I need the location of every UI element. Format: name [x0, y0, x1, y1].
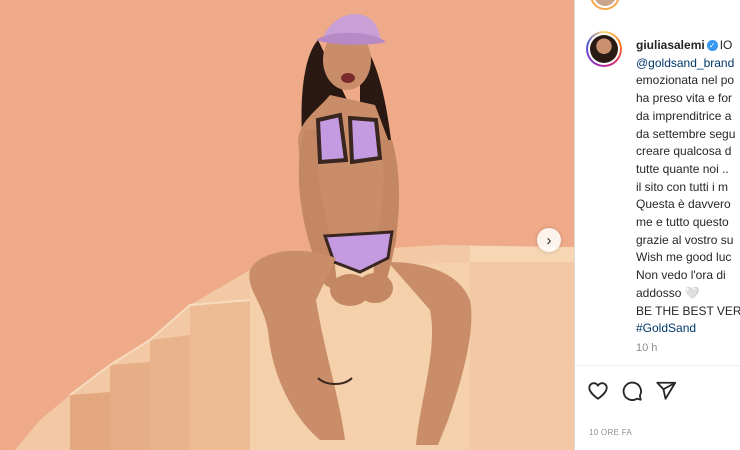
- caption-line: BE THE BEST VERS: [636, 303, 740, 318]
- hashtag-link[interactable]: #GoldSand: [636, 320, 740, 338]
- post-sidebar: giuliasalemi ✓ IO @goldsand_brand emoziona…: [575, 0, 740, 450]
- heart-icon[interactable]: [587, 380, 609, 402]
- caption-line: ha preso vita e for: [636, 91, 733, 106]
- caption-line: emozionata nel po: [636, 73, 735, 88]
- chevron-right-icon: ›: [546, 231, 552, 249]
- caption-line: grazie al vostro su: [636, 232, 734, 247]
- avatar-image: [590, 35, 618, 63]
- avatar[interactable]: [586, 31, 622, 67]
- caption-line: tutte quante noi ..: [636, 161, 729, 176]
- caption-line: Questa è davvero: [636, 197, 731, 212]
- caption-line: da imprenditrice a: [636, 108, 732, 123]
- caption-timestamp[interactable]: 10 h: [636, 342, 657, 354]
- caption-line: Wish me good luc: [636, 250, 732, 265]
- next-photo-button[interactable]: ›: [537, 228, 561, 252]
- caption-line: Non vedo l'ora di: [636, 268, 726, 283]
- mention-link[interactable]: @goldsand_brand: [636, 55, 740, 73]
- caption-line: addosso 🤍: [636, 285, 700, 300]
- caption-first-line: giuliasalemi ✓ IO: [636, 37, 740, 55]
- caption-line: IO: [719, 38, 733, 52]
- caption-line: il sito con tutti i m: [636, 179, 729, 194]
- share-icon[interactable]: [655, 380, 677, 402]
- photo-illustration: [0, 0, 574, 450]
- caption-line: creare qualcosa d: [636, 144, 732, 159]
- comment-icon[interactable]: [621, 380, 643, 402]
- instagram-post: › giuliasalemi ✓ IO @goldsand_brand emozio…: [0, 0, 740, 450]
- verified-badge-icon: ✓: [706, 40, 718, 51]
- caption: giuliasalemi ✓ IO @goldsand_brand emoziona…: [636, 37, 740, 338]
- caption-line: da settembre segu: [636, 126, 736, 141]
- post-photo[interactable]: ›: [0, 0, 574, 450]
- actions-divider: [575, 365, 740, 366]
- username-link[interactable]: giuliasalemi: [636, 38, 705, 52]
- header-avatar[interactable]: [592, 0, 618, 8]
- action-bar: [587, 380, 677, 402]
- caption-line: me e tutto questo: [636, 215, 729, 230]
- posted-time[interactable]: 10 ORE FA: [589, 428, 632, 437]
